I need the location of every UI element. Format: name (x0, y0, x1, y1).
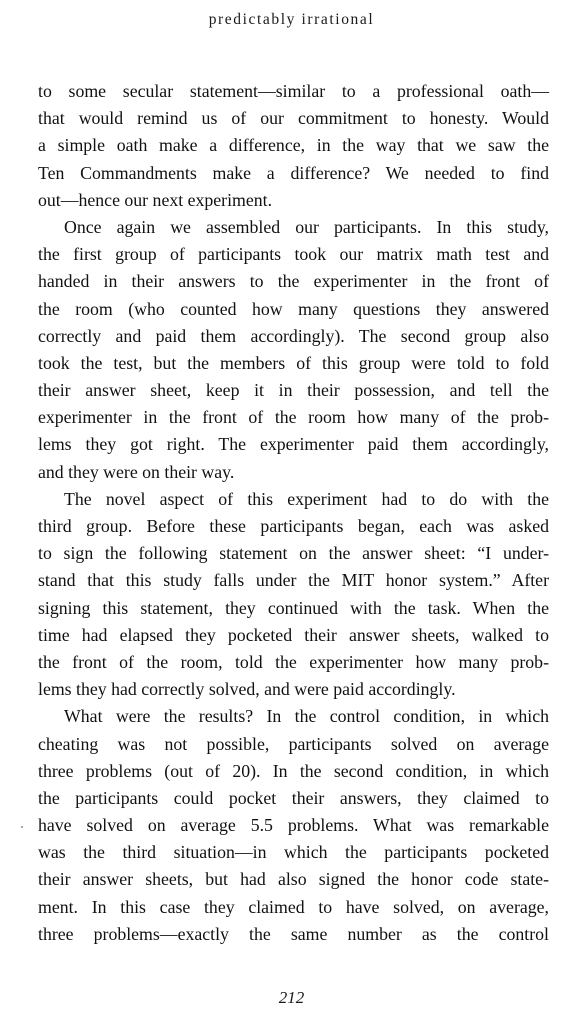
text-line: their answer sheets, but had also signed… (38, 869, 549, 890)
text-line: three problems (out of 20). In the secon… (38, 760, 549, 781)
text-line: What were the results? In the control co… (64, 706, 549, 727)
text-line: correctly and paid them accordingly). Th… (38, 325, 549, 346)
text-line: to sign the following statement on the a… (38, 543, 549, 564)
text-line: have solved on average 5.5 problems. Wha… (38, 815, 549, 836)
text-line: lems they had correctly solved, and were… (38, 679, 456, 700)
text-line: stand that this study falls under the MI… (38, 570, 549, 591)
text-line: was the third situation—in which the par… (38, 842, 549, 863)
body-text: to some secular statement—similar to a p… (38, 78, 549, 948)
text-line: cheating was not possible, participants … (38, 733, 549, 754)
text-line: signing this statement, they continued w… (38, 597, 549, 618)
text-line: the participants could pocket their answ… (38, 787, 549, 808)
text-line: the first group of participants took our… (38, 244, 549, 265)
margin-mark (21, 826, 23, 828)
text-line: time had elapsed they pocketed their ans… (38, 624, 549, 645)
text-line: a simple oath make a difference, in the … (38, 135, 549, 156)
text-line: third group. Before these participants b… (38, 516, 549, 536)
text-line: their answer sheet, keep it in their pos… (38, 380, 549, 401)
running-head: predictably irrational (208, 11, 375, 28)
text-line: three problems—exactly the same number a… (38, 923, 549, 944)
text-line: handed in their answers to the experimen… (38, 271, 549, 292)
text-line: The novel aspect of this experiment had … (64, 488, 549, 509)
text-line: the room (who counted how many questions… (38, 298, 549, 319)
text-line: the front of the room, told the experime… (38, 651, 549, 672)
page-number: 212 (278, 988, 305, 1007)
text-line: that would remind us of our commitment t… (38, 108, 549, 129)
text-line: to some secular statement—similar to a p… (38, 81, 549, 101)
text-line: Ten Commandments make a difference? We n… (38, 162, 549, 183)
text-line: lems they got right. The experimenter pa… (38, 434, 549, 455)
text-line: ment. In this case they claimed to have … (38, 896, 549, 917)
text-line: out—hence our next experiment. (38, 189, 273, 210)
text-line: took the test, but the members of this g… (38, 352, 549, 373)
text-line: Once again we assembled our participants… (64, 216, 549, 237)
text-line: and they were on their way. (38, 461, 235, 482)
text-line: experimenter in the front of the room ho… (38, 407, 549, 428)
